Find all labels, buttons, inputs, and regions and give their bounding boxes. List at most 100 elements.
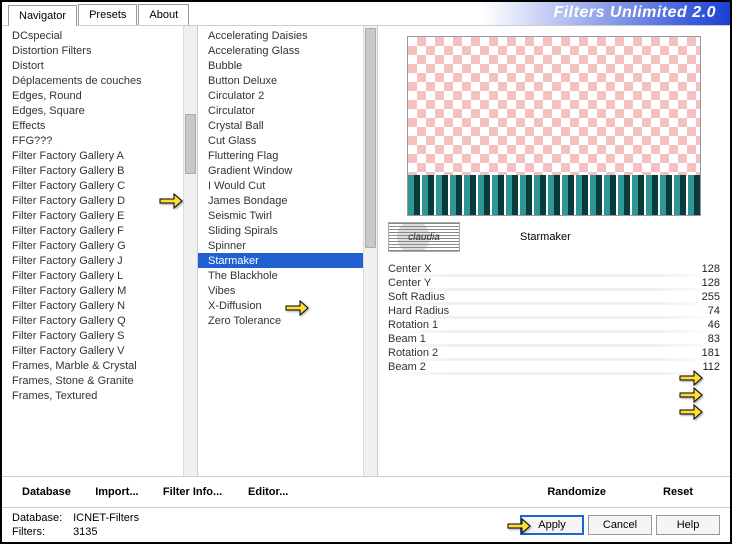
param-value: 128: [686, 263, 720, 275]
filter-name-row: claudia Starmaker: [388, 222, 720, 252]
category-item[interactable]: Effects: [2, 118, 197, 133]
category-item[interactable]: Filter Factory Gallery J: [2, 253, 197, 268]
filter-item[interactable]: Spinner: [198, 238, 377, 253]
import-button[interactable]: Import...: [85, 483, 149, 501]
category-item[interactable]: Filter Factory Gallery S: [2, 328, 197, 343]
category-item[interactable]: Filter Factory Gallery C: [2, 178, 197, 193]
toolbar-row: Database Import... Filter Info... Editor…: [2, 476, 730, 507]
tabs: Navigator Presets About: [2, 2, 190, 25]
category-item[interactable]: Filter Factory Gallery N: [2, 298, 197, 313]
category-item[interactable]: Filter Factory Gallery A: [2, 148, 197, 163]
filter-item[interactable]: Crystal Ball: [198, 118, 377, 133]
category-item[interactable]: Frames, Stone & Granite: [2, 373, 197, 388]
param-row[interactable]: Rotation 1 46: [388, 318, 720, 332]
param-label: Soft Radius: [388, 291, 488, 303]
filter-item[interactable]: Accelerating Daisies: [198, 28, 377, 43]
category-item[interactable]: Filter Factory Gallery M: [2, 283, 197, 298]
filter-item[interactable]: The Blackhole: [198, 268, 377, 283]
category-item[interactable]: Distortion Filters: [2, 43, 197, 58]
category-item[interactable]: Filter Factory Gallery V: [2, 343, 197, 358]
status-database: Database: ICNET-Filters: [12, 512, 139, 524]
category-item[interactable]: Frames, Marble & Crystal: [2, 358, 197, 373]
filter-info-button[interactable]: Filter Info...: [153, 483, 232, 501]
category-item[interactable]: Distort: [2, 58, 197, 73]
param-row[interactable]: Beam 1 83: [388, 332, 720, 346]
param-value: 112: [686, 361, 720, 373]
param-value: 181: [686, 347, 720, 359]
param-label: Rotation 2: [388, 347, 488, 359]
category-item[interactable]: Filter Factory Gallery F: [2, 223, 197, 238]
category-item[interactable]: DCspecial: [2, 28, 197, 43]
author-logo: claudia: [388, 222, 460, 252]
filter-item[interactable]: Circulator 2: [198, 88, 377, 103]
param-row[interactable]: Soft Radius 255: [388, 290, 720, 304]
category-item[interactable]: Filter Factory Gallery D: [2, 193, 197, 208]
category-item[interactable]: Filter Factory Gallery L: [2, 268, 197, 283]
filter-item[interactable]: Starmaker: [198, 253, 377, 268]
param-row[interactable]: Hard Radius 74: [388, 304, 720, 318]
preview-image: [407, 36, 701, 216]
app-title: Filters Unlimited 2.0: [483, 2, 730, 25]
editor-button[interactable]: Editor...: [236, 483, 300, 501]
filter-item[interactable]: James Bondage: [198, 193, 377, 208]
database-button[interactable]: Database: [12, 483, 81, 501]
cancel-button[interactable]: Cancel: [588, 515, 652, 535]
scroll-thumb[interactable]: [185, 114, 196, 174]
param-row[interactable]: Beam 2 112: [388, 360, 720, 374]
param-value: 74: [686, 305, 720, 317]
filter-item[interactable]: Cut Glass: [198, 133, 377, 148]
tab-about[interactable]: About: [138, 4, 189, 25]
filter-item[interactable]: Accelerating Glass: [198, 43, 377, 58]
filter-item[interactable]: Zero Tolerance: [198, 313, 377, 328]
randomize-button[interactable]: Randomize: [537, 483, 616, 501]
category-item[interactable]: Filter Factory Gallery G: [2, 238, 197, 253]
status-filters: Filters: 3135: [12, 526, 139, 538]
param-list: Center X128Center Y128Soft Radius255Hard…: [388, 262, 720, 374]
filter-item[interactable]: Button Deluxe: [198, 73, 377, 88]
reset-button[interactable]: Reset: [646, 483, 710, 501]
param-value: 83: [686, 333, 720, 345]
category-item[interactable]: Déplacements de couches: [2, 73, 197, 88]
right-panel: claudia Starmaker Center X128Center Y 128…: [378, 26, 730, 476]
category-item[interactable]: Filter Factory Gallery B: [2, 163, 197, 178]
status-bar: Database: ICNET-Filters Filters: 3135 Ap…: [2, 507, 730, 542]
filter-item[interactable]: I Would Cut: [198, 178, 377, 193]
param-label: Center Y: [388, 277, 488, 289]
category-list[interactable]: DCspecialDistortion FiltersDistortDéplac…: [2, 26, 198, 476]
param-value: 255: [686, 291, 720, 303]
scroll-thumb[interactable]: [365, 28, 376, 248]
filter-list[interactable]: Accelerating DaisiesAccelerating GlassBu…: [198, 26, 378, 476]
param-label: Beam 2: [388, 361, 488, 373]
filter-item[interactable]: Bubble: [198, 58, 377, 73]
param-row[interactable]: Center Y 128: [388, 276, 720, 290]
category-item[interactable]: Frames, Textured: [2, 388, 197, 403]
tab-presets[interactable]: Presets: [78, 4, 137, 25]
tab-navigator[interactable]: Navigator: [8, 5, 77, 26]
category-item[interactable]: Edges, Square: [2, 103, 197, 118]
param-row[interactable]: Center X128: [388, 262, 720, 276]
main-area: DCspecialDistortion FiltersDistortDéplac…: [2, 26, 730, 476]
filter-item[interactable]: Vibes: [198, 283, 377, 298]
help-button[interactable]: Help: [656, 515, 720, 535]
param-label: Rotation 1: [388, 319, 488, 331]
apply-button[interactable]: Apply: [520, 515, 584, 535]
scrollbar[interactable]: [363, 26, 377, 476]
category-item[interactable]: Edges, Round: [2, 88, 197, 103]
category-item[interactable]: FFG???: [2, 133, 197, 148]
header: Navigator Presets About Filters Unlimite…: [2, 2, 730, 26]
category-item[interactable]: Filter Factory Gallery E: [2, 208, 197, 223]
filter-item[interactable]: Gradient Window: [198, 163, 377, 178]
filter-item[interactable]: Circulator: [198, 103, 377, 118]
param-row[interactable]: Rotation 2 181: [388, 346, 720, 360]
filter-item[interactable]: Seismic Twirl: [198, 208, 377, 223]
param-label: Beam 1: [388, 333, 488, 345]
filter-name-label: Starmaker: [520, 231, 571, 243]
param-label: Hard Radius: [388, 305, 488, 317]
scrollbar[interactable]: [183, 26, 197, 476]
filter-item[interactable]: Fluttering Flag: [198, 148, 377, 163]
category-item[interactable]: Filter Factory Gallery Q: [2, 313, 197, 328]
param-value: 128: [686, 277, 720, 289]
param-value: 46: [686, 319, 720, 331]
filter-item[interactable]: X-Diffusion: [198, 298, 377, 313]
filter-item[interactable]: Sliding Spirals: [198, 223, 377, 238]
